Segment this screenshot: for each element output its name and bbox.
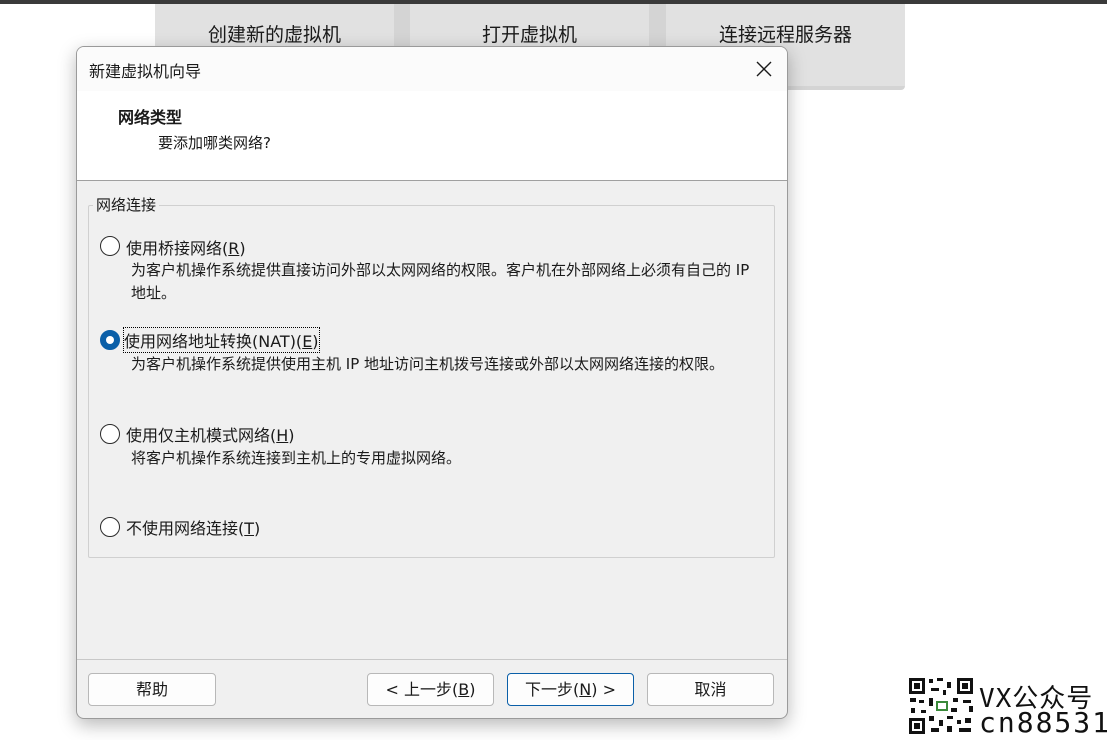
close-button[interactable] xyxy=(741,47,787,91)
host-only-network-radio[interactable] xyxy=(100,424,120,444)
nat-network-text: 使用网络地址转换(NAT)( xyxy=(124,332,303,351)
page-subtitle: 要添加哪类网络? xyxy=(158,134,271,152)
bridged-network-text-end: ) xyxy=(239,239,246,258)
nat-network-radio[interactable] xyxy=(100,330,120,350)
group-label: 网络连接 xyxy=(93,194,160,215)
nat-network-description: 为客户机操作系统提供使用主机 IP 地址访问主机拨号连接或外部以太网网络连接的权… xyxy=(131,355,725,373)
bridged-network-text: 使用桥接网络( xyxy=(126,239,229,258)
bridged-network-label[interactable]: 使用桥接网络(R) xyxy=(126,235,246,259)
qr-code-icon xyxy=(907,676,977,736)
footer-divider xyxy=(77,659,787,660)
no-network-text-end: ) xyxy=(254,519,261,538)
bridged-network-radio[interactable] xyxy=(100,236,120,256)
watermark-line2: cn88531 xyxy=(979,706,1107,739)
next-button-accel: N xyxy=(579,680,592,699)
back-button-text-end: ) xyxy=(469,680,476,699)
nat-network-accel: E xyxy=(302,332,313,351)
next-button[interactable]: 下一步(N) > xyxy=(507,673,634,706)
back-button-text: < 上一步( xyxy=(385,680,459,699)
next-button-text-end: ) > xyxy=(591,680,616,699)
cancel-button[interactable]: 取消 xyxy=(647,673,774,706)
help-button[interactable]: 帮助 xyxy=(88,673,216,706)
no-network-radio[interactable] xyxy=(100,517,120,537)
close-icon xyxy=(756,61,772,77)
no-network-label[interactable]: 不使用网络连接(T) xyxy=(126,515,260,539)
host-only-network-text-end: ) xyxy=(288,426,295,445)
host-only-network-label[interactable]: 使用仅主机模式网络(H) xyxy=(126,422,295,446)
next-button-text: 下一步( xyxy=(525,680,580,699)
new-vm-wizard-dialog: 新建虚拟机向导 网络类型 要添加哪类网络? 网络连接 使用桥接网络(R) 为客户… xyxy=(76,46,788,719)
nat-network-text-end: ) xyxy=(312,332,319,351)
no-network-accel: T xyxy=(244,519,255,538)
wizard-header: 网络类型 要添加哪类网络? xyxy=(77,91,787,181)
bridged-network-accel: R xyxy=(228,239,240,258)
host-only-network-description: 将客户机操作系统连接到主机上的专用虚拟网络。 xyxy=(131,449,462,467)
host-only-network-accel: H xyxy=(276,426,289,445)
page-title: 网络类型 xyxy=(118,108,183,127)
no-network-text: 不使用网络连接( xyxy=(126,519,245,538)
dialog-title: 新建虚拟机向导 xyxy=(89,62,202,81)
host-only-network-text: 使用仅主机模式网络( xyxy=(126,426,277,445)
back-button[interactable]: < 上一步(B) xyxy=(367,673,494,706)
back-button-accel: B xyxy=(458,680,470,699)
dialog-title-bar: 新建虚拟机向导 xyxy=(77,47,787,91)
watermark: VX公众号 cn88531 xyxy=(907,676,1107,739)
nat-network-label[interactable]: 使用网络地址转换(NAT)(E) xyxy=(123,327,320,353)
bridged-network-description: 为客户机操作系统提供直接访问外部以太网网络的权限。客户机在外部网络上必须有自己的… xyxy=(131,261,750,302)
